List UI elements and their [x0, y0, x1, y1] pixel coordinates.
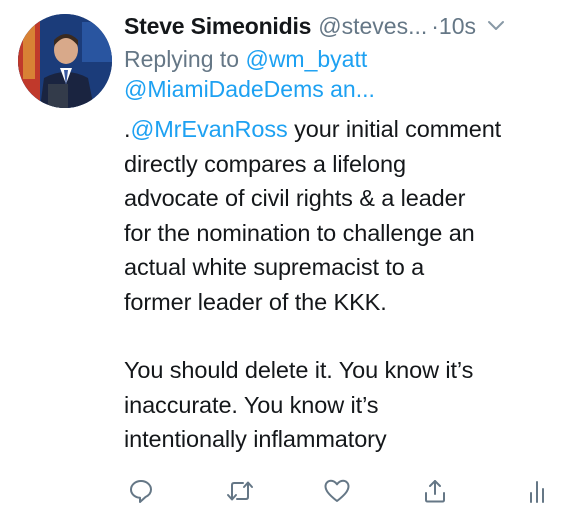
reply-mention-2[interactable]: @MiamiDadeDems an... — [124, 76, 375, 102]
author-name[interactable]: Steve Simeonidis — [124, 13, 311, 40]
tweet-body: Steve Simeonidis @steves... ·10s Replyin… — [124, 8, 554, 457]
tweet-line: .@MrEvanRoss your initial comment — [124, 112, 554, 147]
heart-icon — [324, 479, 350, 502]
tweet-line: inaccurate. You know it’s — [124, 391, 379, 418]
retweet-button[interactable] — [225, 476, 255, 506]
tweet-line: advocate of civil rights & a leader — [124, 185, 466, 211]
tweet-line: You should delete it. You know it’s — [124, 357, 474, 383]
tweet-line: former leader of the KKK. — [124, 288, 387, 315]
action-bar — [124, 476, 554, 506]
tweet-line: actual white supremacist to a — [124, 254, 425, 280]
like-button[interactable] — [322, 476, 352, 506]
tweet-text: .@MrEvanRoss your initial comment direct… — [124, 112, 554, 457]
analytics-icon — [530, 481, 544, 503]
reply-icon — [130, 480, 152, 503]
mention-link[interactable]: @MrEvanRoss — [130, 116, 287, 142]
avatar[interactable] — [18, 14, 112, 108]
timestamp[interactable]: ·10s — [431, 13, 476, 40]
tweet-line: directly compares a lifelong — [124, 150, 406, 177]
share-icon — [425, 480, 445, 503]
tweet-line: intentionally inflammatory — [124, 426, 387, 452]
author-handle[interactable]: @steves... — [318, 13, 427, 40]
tweet-line: for the nomination to challenge an — [124, 219, 475, 246]
share-button[interactable] — [420, 476, 450, 506]
avatar-image — [18, 14, 112, 108]
retweet-icon — [227, 481, 253, 501]
tweet: Steve Simeonidis @steves... ·10s Replyin… — [0, 0, 572, 513]
tweet-header: Steve Simeonidis @steves... ·10s — [124, 8, 554, 44]
analytics-button[interactable] — [522, 476, 552, 506]
replying-to: Replying to @wm_byatt @MiamiDadeDems an.… — [124, 44, 554, 104]
reply-mention-1[interactable]: @wm_byatt — [245, 46, 367, 72]
line1-rest: your initial comment — [287, 116, 502, 142]
chevron-down-icon[interactable] — [486, 16, 506, 36]
reply-button[interactable] — [126, 476, 156, 506]
replying-prefix: Replying to — [124, 46, 246, 72]
